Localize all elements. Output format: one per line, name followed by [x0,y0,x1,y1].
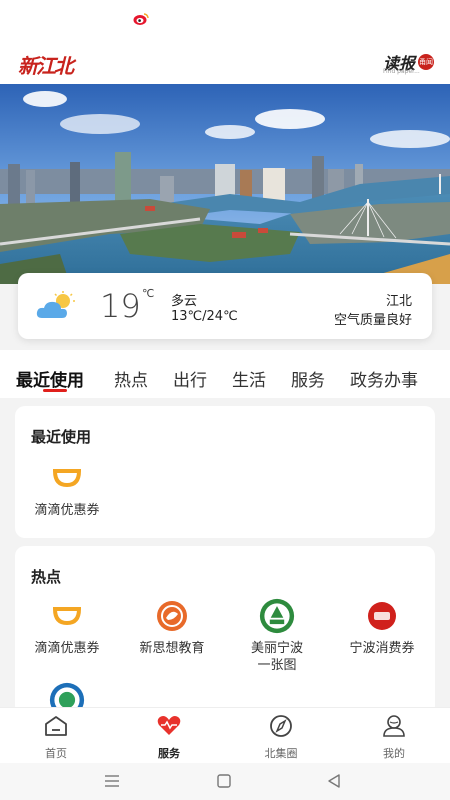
education-icon [154,598,190,634]
tab-recent[interactable]: 最近使用 [16,366,84,391]
compass-icon [270,715,292,737]
didi-icon [49,460,85,496]
back-icon[interactable] [326,773,342,789]
service-label: 美丽宁波 一张图 [250,641,303,673]
home-square-icon[interactable] [216,773,232,789]
zjee-emblem-icon [259,598,295,634]
service-label: 滴滴优惠券 [34,503,100,518]
service-item[interactable]: 宁波消费券 [330,598,434,657]
tab-hot[interactable]: 热点 [114,366,148,391]
newspaper-link[interactable]: 读报 甬闻 Find paper... [382,50,434,75]
temperature-unit: ℃ [142,287,155,300]
active-tab-indicator [43,389,67,392]
service-label: 宁波消费券 [349,641,415,656]
category-tabs: 最近使用 热点 出行 生活 服务 政务办事 [0,350,450,398]
tab-life[interactable]: 生活 [232,366,266,391]
nav-profile[interactable]: 我的 [354,714,434,761]
nav-label: 我的 [383,747,405,760]
recent-section: 最近使用 滴滴优惠券 [15,406,435,538]
menu-icon[interactable] [104,774,120,788]
weather-card[interactable]: 19 ℃ 多云 13℃/24℃ 江北 空气质量良好 [18,273,432,339]
partly-cloudy-icon [36,291,75,318]
service-item[interactable]: 美丽宁波 一张图 [225,598,329,674]
newspaper-subtitle: Find paper... [382,68,420,75]
profile-icon [383,715,405,737]
air-quality: 空气质量良好 [333,313,412,328]
service-label: 滴滴优惠券 [34,641,100,656]
temperature-range: 13℃/24℃ [171,309,238,324]
app-logo: 新江北 [18,54,74,78]
didi-icon [49,598,85,634]
ningbo-coupon-icon [364,598,400,634]
nav-label: 北集圈 [264,747,298,760]
nav-services[interactable]: 服务 [129,714,209,761]
bottom-navigation: 首页 服务 北集圈 我的 [0,707,450,764]
section-title: 最近使用 [31,428,92,446]
heart-icon [157,716,181,735]
weather-condition: 多云 [171,294,198,309]
city-banner-image[interactable] [0,84,450,284]
status-bar [0,0,450,38]
city-skyline-photo [0,84,450,284]
nav-label: 首页 [45,747,67,760]
tab-travel[interactable]: 出行 [173,366,207,391]
service-item[interactable]: 滴滴优惠券 [15,460,119,519]
service-item[interactable]: 新思想教育 [120,598,224,657]
newspaper-badge: 甬闻 [418,54,434,70]
service-item[interactable]: 滴滴优惠券 [15,598,119,657]
section-title: 热点 [31,568,62,586]
temperature-value: 19 [100,287,141,325]
weibo-icon [133,13,149,25]
tab-government[interactable]: 政务办事 [350,366,418,391]
weather-location: 江北 [385,294,412,309]
system-navigation-bar [0,763,450,800]
service-label: 新思想教育 [139,641,205,656]
nav-circle[interactable]: 北集圈 [241,714,321,761]
nav-label: 服务 [158,747,180,760]
hot-section: 热点 滴滴优惠券 新思想教育 美丽宁波 一张图 宁波消费券 [15,546,435,718]
tab-services[interactable]: 服务 [291,366,325,391]
nav-home[interactable]: 首页 [16,714,96,761]
home-icon [45,716,67,736]
app-header: 新江北 读报 甬闻 Find paper... [0,38,450,84]
